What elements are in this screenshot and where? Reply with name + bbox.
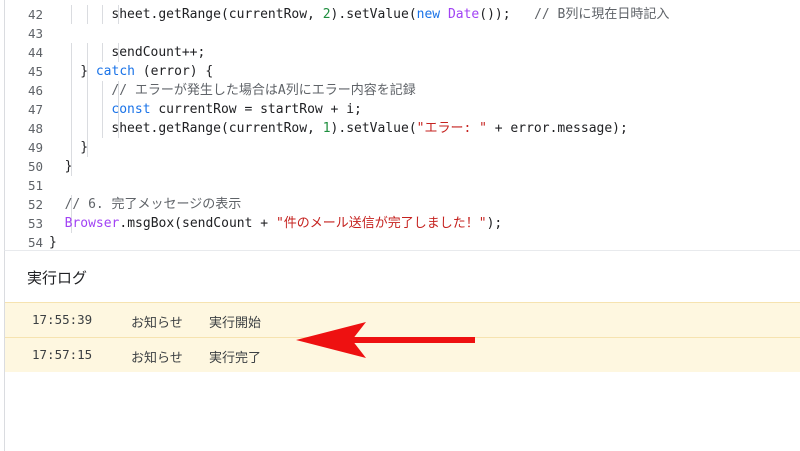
code-line: 43 <box>5 24 800 43</box>
code-token: } <box>80 64 96 79</box>
code-token: // 6. 完了メッセージの表示 <box>64 197 242 212</box>
line-number: 48 <box>27 121 43 136</box>
code-editor[interactable]: 42 sheet.getRange(currentRow, 2).setValue… <box>4 0 800 250</box>
code-line: 52 // 6. 完了メッセージの表示 <box>5 195 800 214</box>
code-line: 46 // エラーが発生した場合はA列にエラー内容を記録 <box>5 81 800 100</box>
code-token: .msgBox(sendCount + <box>119 216 276 231</box>
indent-guide <box>86 119 88 138</box>
indent-guide <box>102 119 104 138</box>
code-token: ()); <box>479 7 535 22</box>
indent-guide <box>71 43 72 62</box>
code-text: sendCount++; <box>111 43 205 62</box>
line-number: 46 <box>27 83 43 98</box>
code-token: (error) { <box>134 64 214 79</box>
log-time: 17:57:15 <box>32 347 93 362</box>
line-number: 49 <box>27 140 43 155</box>
execution-log-title: 実行ログ <box>27 269 88 287</box>
code-token: currentRow = startRow + i; <box>150 102 362 117</box>
code-token: sendCount++; <box>111 45 206 60</box>
code-text: sheet.getRange(currentRow, 2).setValue(n… <box>111 5 669 24</box>
code-text: } <box>49 233 57 250</box>
line-number: 54 <box>27 235 43 250</box>
indent-guide <box>71 81 72 100</box>
code-token: sheet.getRange(currentRow, <box>111 7 323 22</box>
indent-guide <box>71 100 72 119</box>
code-token: Browser <box>64 216 120 231</box>
code-line: 48 sheet.getRange(currentRow, 1).setValue… <box>5 119 800 138</box>
code-token: ).setValue( <box>330 7 417 22</box>
code-token: "エラー: " <box>416 121 487 136</box>
log-message: 実行完了 <box>209 351 262 366</box>
code-token: + error.message); <box>486 121 628 136</box>
code-line: 54} <box>5 233 800 250</box>
line-number: 47 <box>27 102 43 117</box>
code-token: 1 <box>322 121 331 136</box>
code-token: } <box>49 235 57 250</box>
code-token: } <box>64 159 73 174</box>
code-token: "件のメール送信が完了しました！" <box>275 216 487 231</box>
code-text: const currentRow = startRow + i; <box>111 100 361 119</box>
code-token: 2 <box>322 7 331 22</box>
line-number: 52 <box>27 197 43 212</box>
line-number: 53 <box>27 216 43 231</box>
code-token: // エラーが発生した場合はA列にエラー内容を記録 <box>111 83 416 98</box>
indent-guide <box>71 62 72 81</box>
code-token: new <box>416 7 441 22</box>
code-line: 44 sendCount++; <box>5 43 800 62</box>
code-token: Date <box>447 7 480 22</box>
code-token: } <box>80 140 89 155</box>
indent-guide <box>102 100 104 119</box>
code-token: ).setValue( <box>330 121 417 136</box>
line-number: 50 <box>27 159 43 174</box>
code-token: ); <box>486 216 503 231</box>
code-text: } <box>80 138 88 157</box>
indent-guide <box>86 43 88 62</box>
code-text: } catch (error) { <box>80 62 213 81</box>
log-level: お知らせ <box>131 316 183 331</box>
indent-guide <box>102 5 104 24</box>
code-line: 53 Browser.msgBox(sendCount + "件のメール送信が完了… <box>5 214 800 233</box>
indent-guide <box>86 100 88 119</box>
code-line: 47 const currentRow = startRow + i; <box>5 100 800 119</box>
indent-guide <box>86 81 88 100</box>
indent-guide <box>71 5 72 24</box>
code-text: sheet.getRange(currentRow, 1).setValue("… <box>111 119 627 138</box>
code-text: Browser.msgBox(sendCount + "件のメール送信が完了しま… <box>65 214 503 233</box>
code-line: 50} <box>5 157 800 176</box>
log-time: 17:55:39 <box>32 312 93 327</box>
indent-guide <box>71 138 72 157</box>
code-text: // 6. 完了メッセージの表示 <box>65 195 242 214</box>
indent-guide <box>102 43 104 62</box>
code-token: // B列に現在日時記入 <box>534 7 670 22</box>
code-token: catch <box>95 64 135 79</box>
line-number: 44 <box>27 45 43 60</box>
indent-guide <box>71 119 72 138</box>
indent-guide <box>102 81 104 100</box>
line-number: 42 <box>27 7 43 22</box>
code-line: 49} <box>5 138 800 157</box>
code-line: 42 sheet.getRange(currentRow, 2).setValue… <box>5 5 800 24</box>
code-text: // エラーが発生した場合はA列にエラー内容を記録 <box>111 81 415 100</box>
code-text: } <box>65 157 73 176</box>
code-token: const <box>111 102 151 117</box>
indent-guide <box>86 5 88 24</box>
line-number: 45 <box>27 64 43 79</box>
code-line: 45} catch (error) { <box>5 62 800 81</box>
line-number: 43 <box>27 26 43 41</box>
log-level: お知らせ <box>131 351 183 366</box>
line-number: 51 <box>27 178 43 193</box>
log-message: 実行開始 <box>209 316 262 331</box>
red-arrow-annotation <box>296 322 475 358</box>
code-token: sheet.getRange(currentRow, <box>111 121 323 136</box>
code-line: 51 <box>5 176 800 195</box>
